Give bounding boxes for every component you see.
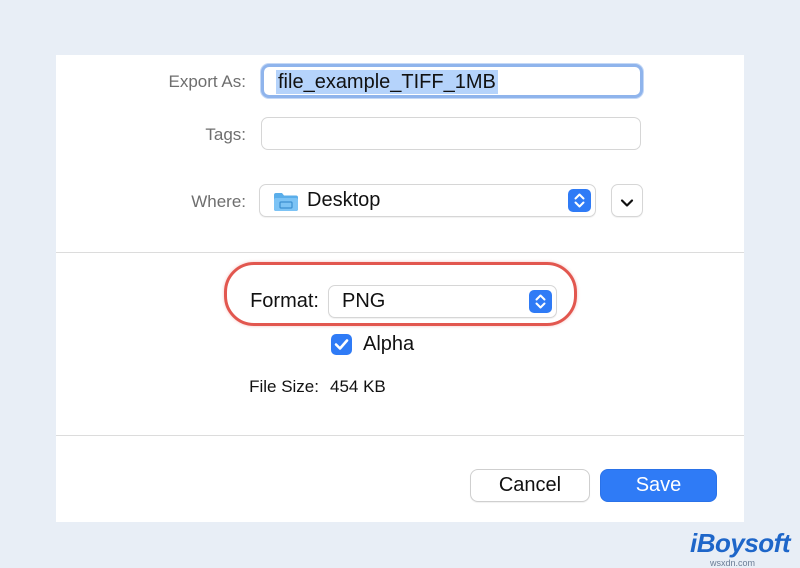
export-as-label: Export As: <box>168 72 246 91</box>
where-value: Desktop <box>307 189 381 211</box>
export-as-value: file_example_TIFF_1MB <box>276 70 498 94</box>
alpha-label: Alpha <box>363 333 415 355</box>
format-label: Format: <box>250 290 319 312</box>
expand-button[interactable] <box>611 184 643 217</box>
tags-field[interactable] <box>261 117 641 150</box>
file-size-value: 454 KB <box>330 377 386 396</box>
separator-top <box>56 252 744 253</box>
where-label: Where: <box>191 192 246 211</box>
folder-icon <box>273 191 299 217</box>
save-button[interactable]: Save <box>600 469 717 502</box>
where-stepper-icon <box>568 189 591 212</box>
cancel-button[interactable]: Cancel <box>470 469 590 502</box>
export-dialog: Export As: file_example_TIFF_1MB Tags: W… <box>56 55 744 522</box>
where-popup[interactable]: Desktop <box>259 184 596 217</box>
logo-site: wsxdn.com <box>710 558 756 568</box>
format-value: PNG <box>342 290 386 312</box>
tags-label: Tags: <box>205 125 246 144</box>
chevron-down-icon <box>620 195 634 213</box>
alpha-checkbox[interactable] <box>331 334 352 355</box>
checkmark-icon <box>334 339 349 350</box>
export-as-field[interactable]: file_example_TIFF_1MB <box>261 64 643 98</box>
separator-bottom <box>56 435 744 436</box>
file-size-label: File Size: <box>249 377 319 396</box>
format-popup[interactable]: PNG <box>328 285 557 318</box>
logo-brand: iBoysoft <box>690 528 791 558</box>
iboysoft-logo: iBoysoft wsxdn.com <box>690 528 791 568</box>
format-stepper-icon <box>529 290 552 313</box>
